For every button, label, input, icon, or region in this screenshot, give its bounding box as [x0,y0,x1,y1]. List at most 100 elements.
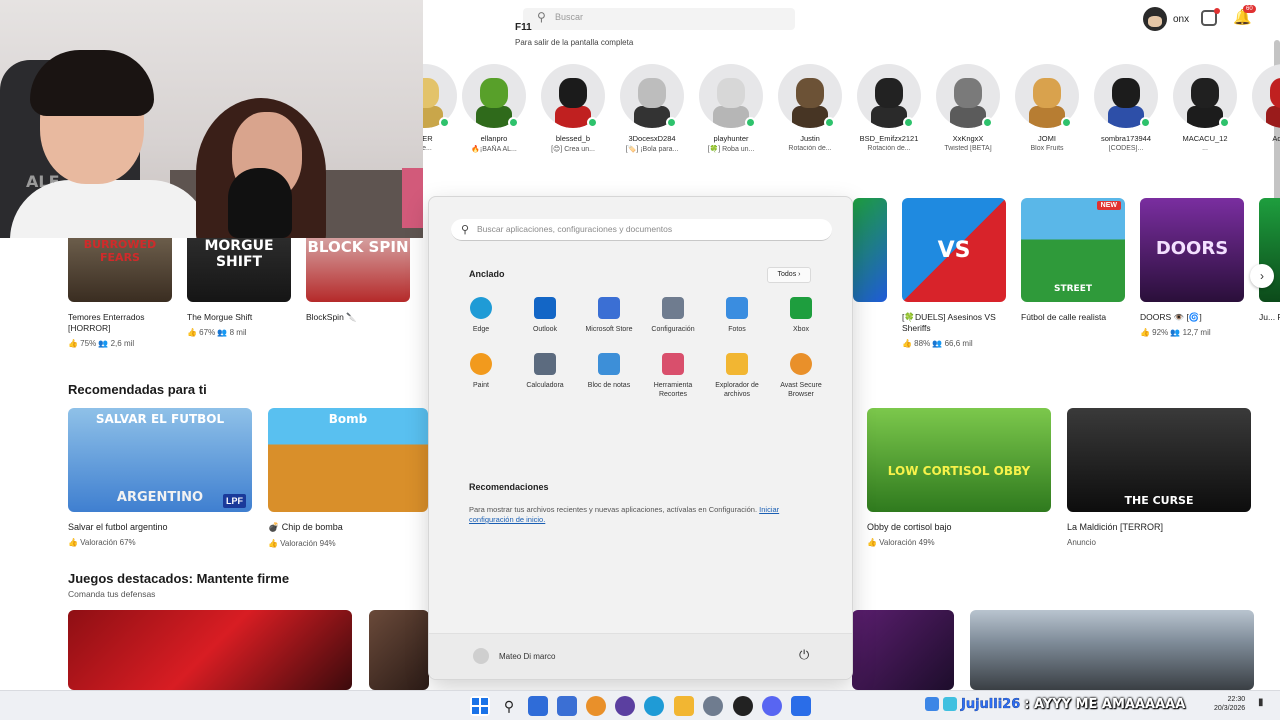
app-icon[interactable] [615,696,635,716]
game-card[interactable]: DOORS DOORS 👁️ [🌀] 👍 92% 👥 12,7 mil [1140,198,1244,337]
pinned-app-label: Paint [473,382,489,389]
pinned-app[interactable]: Calculadora [513,353,577,390]
rating-value: 👍 75% [68,339,97,348]
recommendations-title: Recomendaciones [469,482,549,492]
roblox-app-icon[interactable] [733,696,753,716]
featured-game-thumbnail[interactable] [68,610,352,690]
avatar-body [634,106,670,128]
game-thumbnail[interactable]: LOW CORTISOL OBBY [867,408,1051,512]
calculadora-icon [534,353,556,375]
pinned-app[interactable]: Fotos [705,297,769,334]
windows-start-icon[interactable] [470,696,490,716]
start-user-name[interactable]: Mateo Di marco [499,652,555,661]
game-thumbnail[interactable]: DOORS [1140,198,1244,302]
game-thumbnail[interactable] [853,198,887,302]
pinned-app[interactable]: Avast Secure Browser [769,353,833,399]
pinned-app[interactable]: Edge [449,297,513,334]
pinned-app[interactable]: Explorador de archivos [705,353,769,399]
pinned-app[interactable]: Xbox [769,297,833,334]
friend-item[interactable]: ellanpro 🔥¡BAÑA AL... [456,64,532,153]
power-icon[interactable]: ⏻ [799,647,809,663]
avatar-head [875,78,903,108]
game-card[interactable]: VS [🍀DUELS] Asesinos VS Sheriffs 👍 88% 👥 6… [902,198,1006,348]
friend-avatar-wrap [462,64,526,128]
online-status-dot [745,117,756,128]
start-footer: Mateo Di marco ⏻ [429,633,852,679]
players-value: 👥 2,6 mil [96,339,135,348]
friend-item[interactable]: sombra173944 [CODES]... [1088,64,1164,152]
game-thumbnail[interactable]: Bomb [268,408,428,512]
featured-game-thumbnail[interactable] [852,610,954,690]
friend-item[interactable]: Justin Rotación de... [772,64,848,152]
friend-item[interactable]: XxKngxX Twisted [BETA] [930,64,1006,152]
carousel-next-button[interactable]: › [1250,264,1274,288]
start-search-input[interactable]: ⚲ Buscar aplicaciones, configuraciones y… [451,219,832,241]
store-icon[interactable] [557,696,577,716]
friend-status: Twisted [BETA] [944,145,992,152]
recommended-game-card[interactable]: LOW CORTISOL OBBY Obby de cortisol bajo 👍 … [867,408,1051,547]
screen: ALF ⚲ Buscar F11 Para salir de la pantal… [0,0,1280,720]
outlook-icon[interactable] [528,696,548,716]
top-bar: ⚲ Buscar F11 Para salir de la pantalla c… [423,0,1280,47]
search-icon[interactable]: ⚲ [499,696,519,716]
recommended-game-card[interactable]: SALVAR EL FUTBOL ARGENTINO LPF Salvar el fu… [68,408,252,547]
game-title: Ju... Fie... [1259,312,1280,322]
game-thumbnail[interactable]: STREET NEW [1021,198,1125,302]
featured-game-thumbnail[interactable] [970,610,1254,690]
friend-name: Admi... [1272,134,1280,143]
game-card[interactable]: STREET NEW Fútbol de calle realista [1021,198,1125,323]
pinned-app-label: Edge [472,326,490,333]
roblox-studio-icon[interactable] [791,696,811,716]
pinned-app-label: Explorador de archivos [715,382,759,398]
edge-icon[interactable] [644,696,664,716]
friend-item[interactable]: blessed_b [😊] Crea un... [535,64,611,153]
thumbnail-title-art: DOORS [1155,238,1229,259]
pinned-app[interactable]: Bloc de notas [577,353,641,390]
all-apps-button[interactable]: Todos › [767,267,811,283]
thumbnail-title-art: STREET [1054,284,1092,294]
settings-icon[interactable] [703,696,723,716]
friend-item[interactable]: Admi... [1246,64,1280,145]
notification-center-icon[interactable]: ▮ [1258,697,1264,708]
pinned-app[interactable]: Herramienta Recortes [641,353,705,399]
pinned-app[interactable]: Outlook [513,297,577,334]
friend-item[interactable]: BSD_Emifzx2121 Rotación de... [851,64,927,152]
thumbnail-title-art: LOW CORTISOL OBBY [887,464,1031,478]
friend-name: XxKngxX [952,134,984,143]
file-explorer-icon[interactable] [674,696,694,716]
friend-item[interactable]: playhunter [🍀] Roba un... [693,64,769,153]
pinned-app-label: Xbox [793,326,809,333]
recommended-game-card[interactable]: THE CURSE La Maldición [TERROR] Anuncio [1067,408,1251,547]
avatar[interactable] [1143,7,1167,31]
pinned-app[interactable]: Paint [449,353,513,390]
new-badge: NEW [1096,201,1121,210]
friend-status: [CODES]... [1108,145,1144,152]
game-title: BlockSpin 🔪 [306,312,357,322]
game-thumbnail[interactable]: SALVAR EL FUTBOL ARGENTINO LPF [68,408,252,512]
user-icon[interactable] [473,648,489,664]
start-search-placeholder: Buscar aplicaciones, configuraciones y d… [477,224,673,234]
discord-icon[interactable] [762,696,782,716]
game-thumbnail[interactable]: THE CURSE [1067,408,1251,512]
avatar-body [1029,106,1065,128]
friend-name: 3DocesxD284 [628,134,676,143]
friend-name: JOMI [1038,134,1056,143]
avatar-head [480,78,508,108]
avatar-head [1112,78,1140,108]
game-card-partial[interactable] [853,198,887,302]
game-thumbnail[interactable]: VS [902,198,1006,302]
system-clock[interactable]: 22:30 20/3/2026 [1214,695,1245,713]
pinned-app[interactable]: Microsoft Store [577,297,641,334]
bloc-de-notas-icon [598,353,620,375]
friend-item[interactable]: JOMI Blox Fruits [1009,64,1085,152]
avatar-body [871,106,907,128]
game-card[interactable]: Ju... Fie... [1259,198,1280,323]
pinned-app[interactable]: Configuración [641,297,705,334]
friend-item[interactable]: MACACU_12... [1167,64,1243,152]
recommended-game-card[interactable]: Bomb 💣 Chip de bomba 👍 Valoración 94% [268,408,428,548]
featured-game-thumbnail[interactable] [369,610,429,690]
avast-browser-icon[interactable] [586,696,606,716]
friend-item[interactable]: 3DocesxD284 [🏷️] ¡Bola para... [614,64,690,153]
username[interactable]: onx [1173,14,1189,25]
friend-status: [😊] Crea un... [551,146,595,153]
